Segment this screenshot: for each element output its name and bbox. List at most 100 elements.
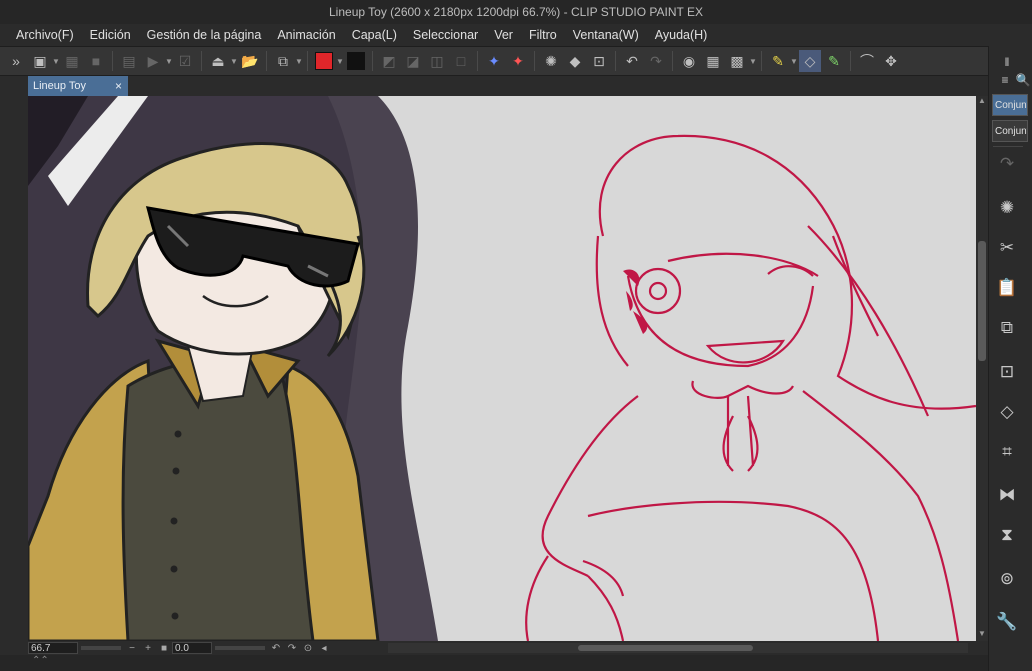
zoom-in-icon[interactable]: + <box>142 643 154 654</box>
chevron-down-icon[interactable]: ▼ <box>336 57 344 66</box>
pencil-green-icon[interactable]: ✎ <box>823 50 845 72</box>
menu-ayuda[interactable]: Ayuda(H) <box>647 24 716 46</box>
rotation-field[interactable]: 0.0 <box>172 642 212 654</box>
expand-up-icon[interactable]: ⌃⌃ <box>32 655 49 666</box>
crop-icon[interactable]: ⊡ <box>588 50 610 72</box>
folder-open-icon[interactable]: 📂 <box>239 50 261 72</box>
film-icon[interactable]: ▤ <box>118 50 140 72</box>
square-icon[interactable]: □ <box>450 50 472 72</box>
selection-icon[interactable]: ◪ <box>402 50 424 72</box>
status-bar: 66.7 − + ■ 0.0 ↶ ↷ ⊙ ◂ <box>28 641 988 655</box>
sub-color-swatch[interactable] <box>345 50 367 72</box>
rotation-slider[interactable] <box>215 646 265 650</box>
redo-icon[interactable]: ↷ <box>993 150 1021 178</box>
new-file-icon[interactable]: ▣ <box>29 50 51 72</box>
scroll-thumb[interactable] <box>578 645 753 651</box>
search-icon[interactable]: 🔍 <box>1009 66 1032 94</box>
chevron-down-icon[interactable]: ▼ <box>295 57 303 66</box>
undo-icon[interactable]: ↶ <box>621 50 643 72</box>
flip-vertical-icon[interactable]: ⧗ <box>993 521 1021 549</box>
fill-icon[interactable]: ◆ <box>564 50 586 72</box>
divider <box>112 51 113 71</box>
eraser-icon[interactable]: ◇ <box>799 50 821 72</box>
divider <box>615 51 616 71</box>
rect-icon[interactable]: ■ <box>85 50 107 72</box>
left-strip <box>0 96 28 641</box>
rotate-left-icon[interactable]: ↶ <box>270 643 282 654</box>
fit-icon[interactable]: ■ <box>158 643 170 654</box>
conjunto-button-2[interactable]: Conjunt <box>992 120 1028 142</box>
move-icon[interactable]: ✥ <box>880 50 902 72</box>
mesh-icon[interactable]: ⌗ <box>993 438 1021 466</box>
zoom-slider[interactable] <box>81 646 121 650</box>
crop-icon[interactable]: ⊡ <box>993 358 1021 386</box>
scissors-icon[interactable]: ✂ <box>993 234 1021 262</box>
menu-ventana[interactable]: Ventana(W) <box>565 24 647 46</box>
snapshot-icon[interactable]: ⊚ <box>993 565 1021 593</box>
wrench-icon[interactable]: 🔧 <box>993 608 1021 636</box>
clipboard-icon[interactable]: 📋 <box>993 274 1021 302</box>
menu-animacion[interactable]: Animación <box>269 24 343 46</box>
magic-wand-icon[interactable]: ✦ <box>483 50 505 72</box>
loading-icon[interactable]: ✺ <box>540 50 562 72</box>
divider <box>672 51 673 71</box>
scroll-up-icon[interactable]: ▲ <box>976 96 988 108</box>
frame-icon[interactable]: ◫ <box>426 50 448 72</box>
pen-icon[interactable]: ✎ <box>767 50 789 72</box>
zoom-out-icon[interactable]: − <box>126 643 138 654</box>
lasso-icon[interactable]: ⌒ <box>856 50 878 72</box>
scroll-left-icon[interactable]: ◂ <box>318 643 330 654</box>
grid-icon[interactable]: ▦ <box>702 50 724 72</box>
flip-horizontal-icon[interactable]: ⧓ <box>993 481 1021 509</box>
menu-ver[interactable]: Ver <box>486 24 521 46</box>
chevron-down-icon[interactable]: ▼ <box>230 57 238 66</box>
layer-settings-icon[interactable]: ⧉ <box>272 50 294 72</box>
chevron-down-icon[interactable]: ▼ <box>52 57 60 66</box>
vertical-scrollbar[interactable]: ▲ ▼ <box>976 96 988 641</box>
tile-icon[interactable]: ▩ <box>726 50 748 72</box>
loading-icon[interactable]: ✺ <box>993 194 1021 222</box>
menu-gestion-pagina[interactable]: Gestión de la página <box>139 24 270 46</box>
chevron-down-icon[interactable]: ▼ <box>790 57 798 66</box>
expand-left-icon[interactable]: » <box>5 50 27 72</box>
menu-archivo[interactable]: Archivo(F) <box>8 24 82 46</box>
reset-rotation-icon[interactable]: ⊙ <box>302 643 314 654</box>
transparent-icon[interactable]: ◩ <box>378 50 400 72</box>
divider <box>201 51 202 71</box>
divider <box>993 146 1023 147</box>
menu-edicion[interactable]: Edición <box>82 24 139 46</box>
zoom-field[interactable]: 66.7 <box>28 642 78 654</box>
canvas[interactable] <box>28 96 976 641</box>
bottom-bar: ⌃⌃ <box>0 655 988 671</box>
menu-seleccionar[interactable]: Seleccionar <box>405 24 486 46</box>
magic-wand-red-icon[interactable]: ✦ <box>507 50 529 72</box>
conjunto-button-1[interactable]: Conjunt <box>992 94 1028 116</box>
circle-tool-icon[interactable]: ◉ <box>678 50 700 72</box>
divider <box>761 51 762 71</box>
rotate-right-icon[interactable]: ↷ <box>286 643 298 654</box>
scroll-thumb[interactable] <box>978 241 986 361</box>
divider <box>477 51 478 71</box>
divider <box>534 51 535 71</box>
artwork <box>28 96 976 641</box>
document-tab-bar: Lineup Toy × <box>0 76 988 96</box>
document-tab[interactable]: Lineup Toy × <box>28 76 128 96</box>
copy-icon[interactable]: ⧉ <box>993 314 1021 342</box>
main-color-swatch[interactable] <box>313 50 335 72</box>
redo-icon[interactable]: ↷ <box>645 50 667 72</box>
close-icon[interactable]: × <box>115 76 122 96</box>
ruler-icon[interactable]: ⏏ <box>207 50 229 72</box>
chevron-down-icon[interactable]: ▼ <box>749 57 757 66</box>
play-icon[interactable]: ▶ <box>142 50 164 72</box>
menu-filtro[interactable]: Filtro <box>521 24 565 46</box>
divider <box>307 51 308 71</box>
layer-icon[interactable]: ▦ <box>61 50 83 72</box>
check-icon[interactable]: ☑ <box>174 50 196 72</box>
command-bar: » ▣ ▼ ▦ ■ ▤ ▶ ▼ ☑ ⏏ ▼ 📂 ⧉ ▼ ▼ ◩ ◪ ◫ □ ✦ ✦ ✺ … <box>0 46 1032 76</box>
transform-icon[interactable]: ◇ <box>993 398 1021 426</box>
chevron-down-icon[interactable]: ▼ <box>165 57 173 66</box>
horizontal-scrollbar[interactable] <box>388 643 968 653</box>
menu-capa[interactable]: Capa(L) <box>344 24 405 46</box>
scroll-down-icon[interactable]: ▼ <box>976 629 988 641</box>
right-panel: ‖ ≡ 🔍 Conjunt Conjunt ↷ ✺ ✂ 📋 ⧉ ⊡ ◇ ⌗ ⧓ … <box>988 46 1032 671</box>
